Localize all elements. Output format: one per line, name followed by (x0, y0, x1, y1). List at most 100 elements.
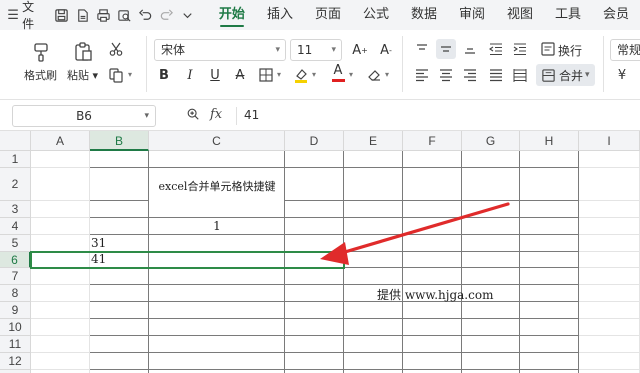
copy-icon[interactable] (106, 65, 126, 85)
cell-h2[interactable] (520, 168, 579, 201)
file-menu[interactable]: 文件 (22, 0, 42, 32)
cell-b9[interactable] (90, 302, 149, 319)
function-icon[interactable]: fx (210, 107, 222, 122)
cell-g5[interactable] (462, 235, 520, 252)
cell-h12[interactable] (520, 353, 579, 370)
cell-h6[interactable] (520, 252, 579, 268)
cell-d7[interactable] (285, 268, 344, 285)
cell-a11[interactable] (31, 336, 90, 353)
cell-g1[interactable] (462, 151, 520, 168)
row-header-9[interactable]: 9 (0, 302, 31, 319)
tab-view[interactable]: 视图 (496, 0, 544, 30)
borders-dropdown-icon[interactable]: ▾ (277, 70, 281, 79)
cell-h7[interactable] (520, 268, 579, 285)
cell-b3[interactable] (90, 201, 149, 218)
cell-i6[interactable] (579, 252, 640, 268)
justify-icon[interactable] (486, 65, 506, 85)
cell-g10[interactable] (462, 319, 520, 336)
cell-h5[interactable] (520, 235, 579, 252)
font-color-dropdown-icon[interactable]: ▾ (349, 70, 353, 79)
selected-range[interactable] (30, 251, 345, 269)
cell-i12[interactable] (579, 353, 640, 370)
row-header-11[interactable]: 11 (0, 336, 31, 353)
cell-b11[interactable] (90, 336, 149, 353)
align-center-icon[interactable] (436, 65, 456, 85)
column-header-f[interactable]: F (403, 131, 462, 151)
cell-i9[interactable] (579, 302, 640, 319)
undo-icon[interactable] (137, 4, 155, 26)
column-header-a[interactable]: A (31, 131, 90, 151)
menu-icon[interactable]: ☰ (4, 8, 22, 23)
cell-f9[interactable] (403, 302, 462, 319)
cell-b5[interactable]: 31 (91, 236, 106, 250)
cell-b7[interactable] (90, 268, 149, 285)
cell-d8[interactable] (285, 285, 344, 302)
row-header-1[interactable]: 1 (0, 151, 31, 168)
column-header-c[interactable]: C (149, 131, 285, 151)
cell-c1[interactable] (149, 151, 285, 168)
cell-g2[interactable] (462, 168, 520, 201)
cell-d10[interactable] (285, 319, 344, 336)
row-header-4[interactable]: 4 (0, 218, 31, 235)
decrease-font-icon[interactable]: A- (376, 40, 396, 60)
cell-f3[interactable] (403, 201, 462, 218)
cell-i2[interactable] (579, 168, 640, 201)
cell-a12[interactable] (31, 353, 90, 370)
row-header-8[interactable]: 8 (0, 285, 31, 302)
currency-format-icon[interactable]: ¥ (612, 65, 632, 85)
cell-g11[interactable] (462, 336, 520, 353)
cell-e7[interactable] (344, 268, 403, 285)
cell-e4[interactable] (344, 218, 403, 235)
select-all-corner[interactable] (0, 131, 31, 151)
cell-e3[interactable] (344, 201, 403, 218)
cell-b8[interactable] (90, 285, 149, 302)
wrap-text-button[interactable]: 换行 (558, 42, 582, 59)
cell-e10[interactable] (344, 319, 403, 336)
cell-h3[interactable] (520, 201, 579, 218)
distributed-align-icon[interactable] (510, 65, 530, 85)
copy-dropdown-icon[interactable]: ▾ (128, 70, 132, 79)
cell-c10[interactable] (149, 319, 285, 336)
cell-f7[interactable] (403, 268, 462, 285)
cell-f1[interactable] (403, 151, 462, 168)
fill-color-icon[interactable] (291, 65, 311, 85)
tab-tools[interactable]: 工具 (544, 0, 592, 30)
row-header-12[interactable]: 12 (0, 353, 31, 370)
fill-color-dropdown-icon[interactable]: ▾ (312, 70, 316, 79)
column-header-e[interactable]: E (344, 131, 403, 151)
row-header-7[interactable]: 7 (0, 268, 31, 285)
increase-indent-icon[interactable] (510, 39, 530, 59)
cell-f5[interactable] (403, 235, 462, 252)
bold-icon[interactable]: B (154, 65, 174, 85)
cell-a7[interactable] (31, 268, 90, 285)
column-header-d[interactable]: D (285, 131, 344, 151)
print-icon[interactable] (94, 4, 112, 26)
cell-c5[interactable] (149, 235, 285, 252)
cell-f4[interactable] (403, 218, 462, 235)
cell-a9[interactable] (31, 302, 90, 319)
column-header-i[interactable]: I (579, 131, 640, 151)
align-middle-icon[interactable] (436, 39, 456, 59)
row-header-6[interactable]: 6 (0, 252, 31, 268)
tab-insert[interactable]: 插入 (256, 0, 304, 30)
cell-i11[interactable] (579, 336, 640, 353)
cell-i10[interactable] (579, 319, 640, 336)
align-right-icon[interactable] (460, 65, 480, 85)
cell-g12[interactable] (462, 353, 520, 370)
align-bottom-icon[interactable] (460, 39, 480, 59)
cell-b10[interactable] (90, 319, 149, 336)
spreadsheet-grid[interactable]: A B C D E F G H I 1 2 3 4 5 6 7 8 9 10 1… (0, 131, 640, 373)
cell-b4[interactable] (90, 218, 149, 235)
cell-c7[interactable] (149, 268, 285, 285)
cell-e1[interactable] (344, 151, 403, 168)
row-header-3[interactable]: 3 (0, 201, 31, 218)
row-header-10[interactable]: 10 (0, 319, 31, 336)
clear-format-dropdown-icon[interactable]: ▾ (385, 70, 389, 79)
cell-g7[interactable] (462, 268, 520, 285)
font-size-select[interactable]: 11 ▾ (290, 39, 342, 61)
cell-e2[interactable] (344, 168, 403, 201)
column-header-h[interactable]: H (520, 131, 579, 151)
cell-d4[interactable] (285, 218, 344, 235)
align-left-icon[interactable] (412, 65, 432, 85)
row-header-2[interactable]: 2 (0, 168, 31, 201)
